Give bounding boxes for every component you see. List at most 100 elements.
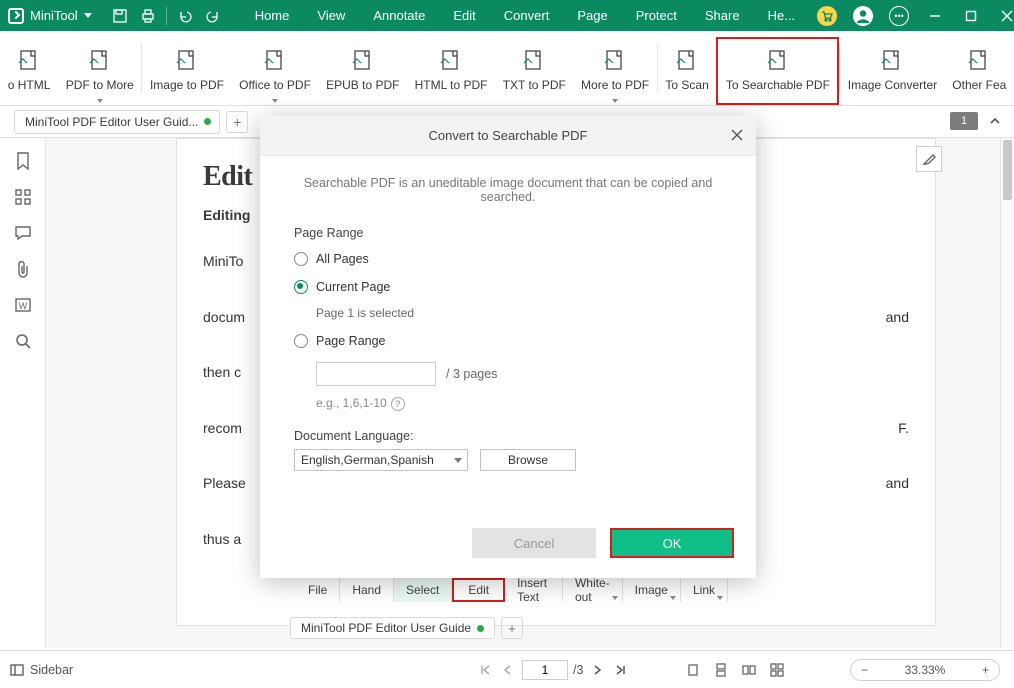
close-button[interactable]	[989, 0, 1014, 31]
ribbon-epub-to-pdf[interactable]: EPUB to PDF	[319, 37, 408, 105]
ribbon-o-html[interactable]: o HTML	[0, 37, 58, 105]
zoom-value: 33.33%	[905, 663, 946, 677]
browse-button[interactable]: Browse	[480, 449, 576, 471]
document-convert-icon	[438, 50, 464, 70]
scrollbar-thumb[interactable]	[1003, 140, 1012, 200]
app-logo-icon	[8, 8, 24, 24]
ribbon-pdf-to-more[interactable]: PDF to More	[58, 37, 141, 105]
modal-close-button[interactable]	[726, 124, 748, 146]
view-grid-icon[interactable]	[768, 661, 786, 679]
view-facing-icon[interactable]	[740, 661, 758, 679]
language-select[interactable]: English,German,Spanish	[294, 449, 468, 471]
collapse-ribbon-button[interactable]	[986, 110, 1004, 132]
tool-link[interactable]: Link	[681, 578, 728, 602]
menu-view[interactable]: View	[303, 0, 359, 31]
menu-protect[interactable]: Protect	[622, 0, 691, 31]
lower-new-tab-button[interactable]: +	[501, 617, 523, 639]
zoom-in-icon[interactable]: +	[982, 663, 989, 677]
ribbon-more-to-pdf[interactable]: More to PDF	[573, 37, 656, 105]
ribbon-office-to-pdf[interactable]: Office to PDF	[232, 37, 319, 105]
edit-pin-button[interactable]	[916, 146, 942, 172]
ok-button[interactable]: OK	[610, 528, 734, 558]
ribbon-html-to-pdf[interactable]: HTML to PDF	[407, 37, 495, 105]
ribbon-image-to-pdf[interactable]: Image to PDF	[142, 37, 231, 105]
modal-title: Convert to Searchable PDF	[429, 128, 588, 143]
app-logo-area[interactable]: MiniTool	[0, 0, 96, 31]
view-continuous-icon[interactable]	[712, 661, 730, 679]
vertical-scrollbar[interactable]	[1000, 138, 1014, 648]
ribbon-label: EPUB to PDF	[326, 78, 399, 92]
caret-down-icon	[97, 99, 103, 103]
radio-page-range[interactable]: Page Range	[294, 334, 722, 348]
sidebar-toggle[interactable]: Sidebar	[10, 663, 73, 677]
page-number-input[interactable]	[522, 660, 568, 680]
attachments-icon[interactable]	[11, 258, 35, 280]
store-button[interactable]	[809, 0, 845, 31]
ribbon-txt-to-pdf[interactable]: TXT to PDF	[495, 37, 573, 105]
lower-tab-row: MiniTool PDF Editor User Guide +	[290, 614, 730, 642]
word-export-icon[interactable]: W	[11, 294, 35, 316]
page-range-input[interactable]	[316, 362, 436, 386]
print-icon[interactable]	[134, 0, 162, 31]
ribbon-to-searchable-pdf[interactable]: To Searchable PDF	[716, 37, 839, 105]
zoom-out-icon[interactable]: −	[861, 663, 868, 677]
new-tab-button[interactable]: +	[226, 111, 248, 133]
radio-label: All Pages	[316, 252, 369, 266]
redo-icon[interactable]	[199, 0, 227, 31]
document-tab[interactable]: MiniTool PDF Editor User Guid...	[14, 110, 220, 134]
menu-page[interactable]: Page	[563, 0, 621, 31]
document-convert-icon	[87, 50, 113, 70]
account-button[interactable]	[845, 0, 881, 31]
section-page-range: Page Range	[294, 226, 722, 240]
edit-toolbar: FileHandSelectEditInsert TextWhite-outIm…	[296, 578, 728, 602]
comments-icon[interactable]	[11, 222, 35, 244]
modal-header: Convert to Searchable PDF	[260, 116, 756, 156]
ribbon-other-fea[interactable]: Other Fea	[945, 37, 1014, 105]
tool-white-out[interactable]: White-out	[563, 578, 623, 602]
view-single-icon[interactable]	[684, 661, 702, 679]
minimize-button[interactable]	[917, 0, 953, 31]
last-page-button[interactable]	[611, 661, 629, 679]
menu-help[interactable]: He...	[754, 0, 809, 31]
menu-home[interactable]: Home	[241, 0, 304, 31]
sidebar-label: Sidebar	[30, 663, 73, 677]
save-icon[interactable]	[106, 0, 134, 31]
undo-icon[interactable]	[171, 0, 199, 31]
tool-image[interactable]: Image	[623, 578, 681, 602]
bookmark-icon[interactable]	[11, 150, 35, 172]
tool-edit[interactable]: Edit	[452, 578, 505, 602]
lower-document-tab[interactable]: MiniTool PDF Editor User Guide	[290, 617, 495, 639]
ribbon-label: Other Fea	[952, 78, 1006, 92]
radio-current-page[interactable]: Current Page	[294, 280, 722, 294]
modal-footer: Cancel OK	[472, 528, 734, 558]
document-convert-icon	[521, 50, 547, 70]
menu-share[interactable]: Share	[691, 0, 754, 31]
qat-separator	[166, 7, 167, 25]
menu-annotate[interactable]: Annotate	[359, 0, 439, 31]
ribbon-image-converter[interactable]: Image Converter	[840, 37, 944, 105]
next-page-button[interactable]	[588, 661, 606, 679]
caret-down-icon	[272, 99, 278, 103]
quick-access-toolbar	[106, 0, 227, 31]
tool-file[interactable]: File	[296, 578, 340, 602]
zoom-pill[interactable]: − 33.33% +	[850, 659, 1000, 681]
tool-insert-text[interactable]: Insert Text	[505, 578, 563, 602]
search-icon[interactable]	[11, 330, 35, 352]
thumbnails-icon[interactable]	[11, 186, 35, 208]
tool-hand[interactable]: Hand	[340, 578, 394, 602]
ribbon-label: HTML to PDF	[415, 78, 488, 92]
tool-select[interactable]: Select	[394, 578, 452, 602]
menu-convert[interactable]: Convert	[490, 0, 564, 31]
view-mode-buttons	[684, 661, 786, 679]
ribbon-label: TXT to PDF	[503, 78, 566, 92]
radio-all-pages[interactable]: All Pages	[294, 252, 722, 266]
cancel-button[interactable]: Cancel	[472, 528, 596, 558]
prev-page-button[interactable]	[499, 661, 517, 679]
maximize-button[interactable]	[953, 0, 989, 31]
menu-edit[interactable]: Edit	[439, 0, 489, 31]
ribbon-to-scan[interactable]: To Scan	[658, 37, 717, 105]
help-icon[interactable]: ?	[391, 397, 405, 411]
caret-down-icon	[612, 99, 618, 103]
feedback-button[interactable]: •••	[881, 0, 917, 31]
first-page-button[interactable]	[476, 661, 494, 679]
